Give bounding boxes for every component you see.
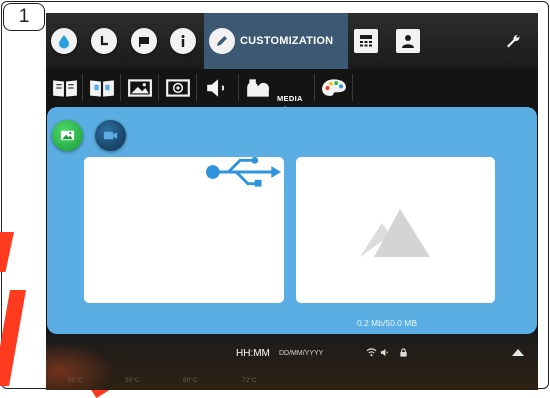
clock-time[interactable]: HH:MM <box>236 348 270 359</box>
clock-icon[interactable] <box>91 28 117 54</box>
status-icons <box>366 348 408 357</box>
tab-customization[interactable]: CUSTOMIZATION <box>204 13 348 69</box>
clock-date[interactable]: DD/MM/YYYY <box>279 350 323 357</box>
flag-icon[interactable] <box>131 28 157 54</box>
chevron-up-icon[interactable] <box>512 349 524 356</box>
storage-usage-text: 0.2 Mb/50.0 MB <box>357 318 418 328</box>
tab-customization-label: CUSTOMIZATION <box>240 35 334 47</box>
image-source-icon[interactable] <box>52 120 83 151</box>
sub-navigation-bar: MEDIA <box>46 69 538 112</box>
pencil-icon <box>209 28 235 54</box>
user-badge-icon[interactable] <box>396 29 420 53</box>
volume-icon <box>380 348 388 357</box>
manual-book-icon[interactable] <box>84 74 121 101</box>
wrench-icon[interactable] <box>502 30 524 52</box>
wifi-icon <box>366 348 377 357</box>
step-number-badge: 1 <box>3 3 45 31</box>
top-navigation-bar: CUSTOMIZATION <box>46 13 538 69</box>
open-book-icon[interactable] <box>48 74 83 101</box>
screensaver-icon[interactable] <box>160 74 197 101</box>
info-icon[interactable] <box>170 28 196 54</box>
tab-media-label: MEDIA <box>277 94 303 103</box>
water-drop-icon[interactable] <box>51 28 77 54</box>
usb-source-card[interactable] <box>84 156 284 303</box>
temperature-readout: 55°C <box>68 377 83 384</box>
temperature-readout: 72°C <box>242 377 257 384</box>
palette-icon[interactable] <box>316 74 353 101</box>
media-panel: 0.2 Mb/50.0 MB <box>47 107 537 334</box>
calculator-icon[interactable] <box>354 29 378 53</box>
device-screen: CUSTOMIZATION MEDIA 0.2 Mb/50.0 MB 55°C … <box>46 13 538 390</box>
usb-icon <box>205 156 282 187</box>
video-source-icon[interactable] <box>95 120 126 151</box>
speaker-icon[interactable] <box>198 74 239 101</box>
temperature-readout: 60°C <box>183 377 198 384</box>
screen-image-icon[interactable] <box>122 74 159 101</box>
lock-icon <box>400 348 407 357</box>
temperature-readout: 55°C <box>125 377 140 384</box>
mountain-image-icon <box>360 209 430 257</box>
status-bar: 55°C 55°C 60°C 72°C HH:MM DD/MM/YYYY <box>46 334 538 390</box>
media-preview-card[interactable] <box>296 157 495 303</box>
